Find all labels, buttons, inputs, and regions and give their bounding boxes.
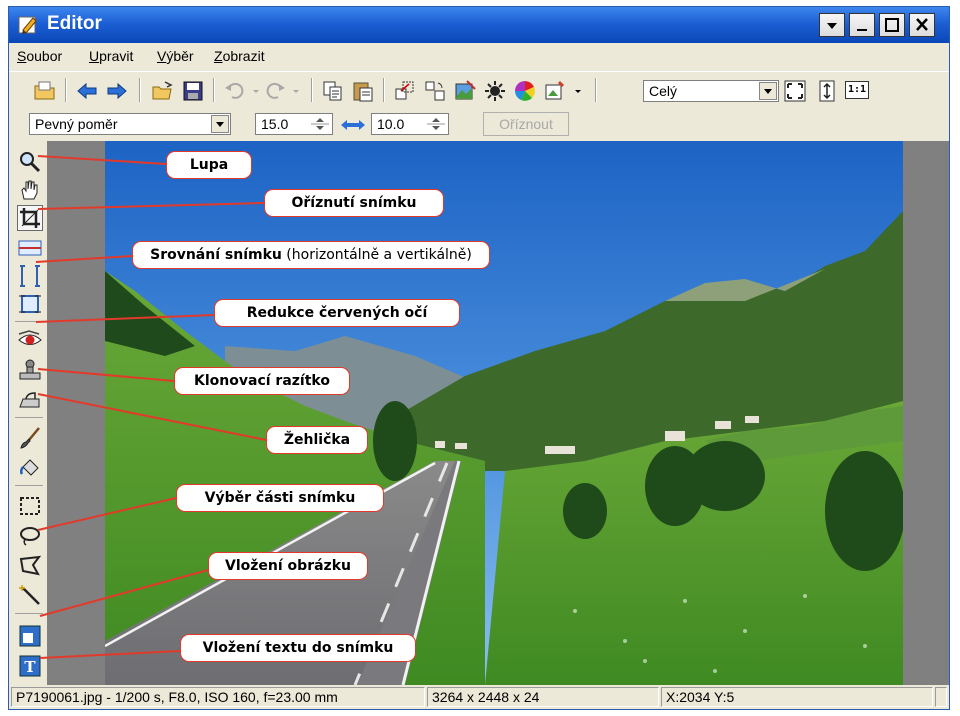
main-toolbar: Celý 1:1	[9, 71, 949, 108]
effects-icon[interactable]	[543, 79, 567, 103]
crop-height-value: 10.0	[377, 116, 405, 132]
resize-icon[interactable]	[393, 79, 417, 103]
status-file-info: P7190061.jpg - 1/200 s, F8.0, ISO 160, f…	[11, 687, 425, 707]
chevron-down-icon	[827, 23, 837, 29]
clone-stamp-icon[interactable]	[17, 357, 43, 383]
callout-lupa: Lupa	[166, 151, 252, 179]
polygon-select-icon[interactable]	[17, 553, 43, 579]
callout-align: Srovnání snímku (horizontálně a vertikál…	[132, 241, 490, 269]
view-select-value: Celý	[649, 83, 678, 99]
magic-wand-icon[interactable]	[17, 583, 43, 609]
menu-dropdown-button[interactable]	[819, 13, 845, 37]
paint-bucket-icon[interactable]	[17, 455, 43, 481]
spinner-arrows-icon[interactable]	[425, 115, 447, 133]
maximize-icon	[885, 18, 899, 32]
menu-bar: Soubor Upravit Výběr Zobrazit	[9, 45, 949, 67]
photo-adjust-icon[interactable]	[453, 79, 477, 103]
ratio-select-value: Pevný poměr	[35, 116, 118, 132]
title-bar[interactable]: Editor	[9, 7, 949, 43]
minimize-button[interactable]	[849, 13, 875, 37]
actual-size-button[interactable]: 1:1	[845, 81, 869, 99]
callout-insert-text: Vložení textu do snímku	[180, 634, 416, 662]
status-dimensions: 3264 x 2448 x 24	[427, 687, 659, 707]
resize-grip[interactable]	[935, 687, 947, 707]
brush-icon[interactable]	[17, 425, 43, 451]
arrow-right-icon[interactable]	[105, 79, 129, 103]
redo-dropdown-icon[interactable]	[285, 79, 309, 103]
image-canvas[interactable]	[47, 141, 949, 685]
hand-icon[interactable]	[17, 177, 43, 203]
effects-dropdown-icon[interactable]	[567, 79, 591, 103]
chevron-down-icon[interactable]	[759, 82, 777, 100]
callout-selection: Výběr části snímku	[176, 484, 384, 512]
pencil-icon	[18, 16, 37, 34]
paste-icon[interactable]	[351, 79, 375, 103]
minimize-icon	[857, 29, 867, 31]
spinner-arrows-icon[interactable]	[309, 115, 331, 133]
window-title: Editor	[47, 13, 102, 34]
rect-select-icon[interactable]	[17, 493, 43, 519]
fit-height-icon[interactable]	[815, 79, 839, 103]
chevron-down-icon[interactable]	[211, 115, 229, 133]
undo-icon[interactable]	[223, 79, 247, 103]
crop-icon	[20, 208, 40, 228]
callout-iron: Žehlička	[266, 426, 368, 454]
horizontal-align-icon[interactable]	[17, 235, 43, 261]
iron-icon[interactable]	[17, 387, 43, 413]
ratio-select[interactable]: Pevný poměr	[29, 113, 231, 135]
red-eye-icon[interactable]	[17, 327, 43, 353]
crop-toolbar: Pevný poměr 15.0 10.0 Oříznout	[9, 109, 949, 139]
maximize-button[interactable]	[879, 13, 905, 37]
status-coordinates: X:2034 Y:5	[661, 687, 933, 707]
crop-width-spinner[interactable]: 15.0	[255, 113, 333, 135]
color-wheel-icon[interactable]	[513, 79, 537, 103]
lasso-icon[interactable]	[17, 523, 43, 549]
callout-insert-image: Vložení obrázku	[208, 552, 368, 580]
menu-upravit[interactable]: Upravit	[89, 48, 133, 64]
menu-vyber[interactable]: Výběr	[157, 48, 194, 64]
tool-palette: T	[9, 141, 47, 685]
arrow-left-icon[interactable]	[75, 79, 99, 103]
callout-redeye: Redukce červených očí	[214, 299, 460, 327]
rotate-icon[interactable]	[423, 79, 447, 103]
brightness-icon[interactable]	[483, 79, 507, 103]
swap-dimensions-icon[interactable]	[339, 117, 367, 133]
editor-window: Editor Soubor Upravit Výběr Zobrazit Cel…	[8, 6, 950, 710]
redo-icon[interactable]	[263, 79, 287, 103]
close-button[interactable]	[909, 13, 935, 37]
save-icon[interactable]	[181, 79, 205, 103]
callout-align-detail: (horizontálně a vertikálně)	[281, 247, 472, 263]
crop-apply-button[interactable]: Oříznout	[483, 112, 569, 136]
crop-tool[interactable]	[17, 205, 43, 231]
copy-icon[interactable]	[321, 79, 345, 103]
perspective-icon[interactable]	[17, 291, 43, 317]
fit-screen-icon[interactable]	[783, 79, 807, 103]
close-icon	[916, 18, 928, 31]
insert-image-icon[interactable]	[17, 623, 43, 649]
crop-width-value: 15.0	[261, 116, 289, 132]
view-select[interactable]: Celý	[643, 80, 779, 102]
callout-clone: Klonovací razítko	[174, 367, 350, 395]
svg-text:T: T	[24, 658, 36, 676]
vertical-align-icon[interactable]	[17, 263, 43, 289]
open-folder-icon[interactable]	[33, 79, 57, 103]
callout-crop: Oříznutí snímku	[264, 189, 444, 217]
insert-text-icon[interactable]: T	[17, 653, 43, 679]
callout-align-main: Srovnání snímku	[150, 247, 282, 263]
menu-soubor[interactable]: Soubor	[17, 48, 62, 64]
open-file-icon[interactable]	[151, 79, 175, 103]
menu-zobrazit[interactable]: Zobrazit	[214, 48, 265, 64]
crop-height-spinner[interactable]: 10.0	[371, 113, 449, 135]
status-bar: P7190061.jpg - 1/200 s, F8.0, ISO 160, f…	[9, 685, 949, 709]
magnifier-icon[interactable]	[17, 149, 43, 175]
landscape-photo	[105, 141, 903, 685]
